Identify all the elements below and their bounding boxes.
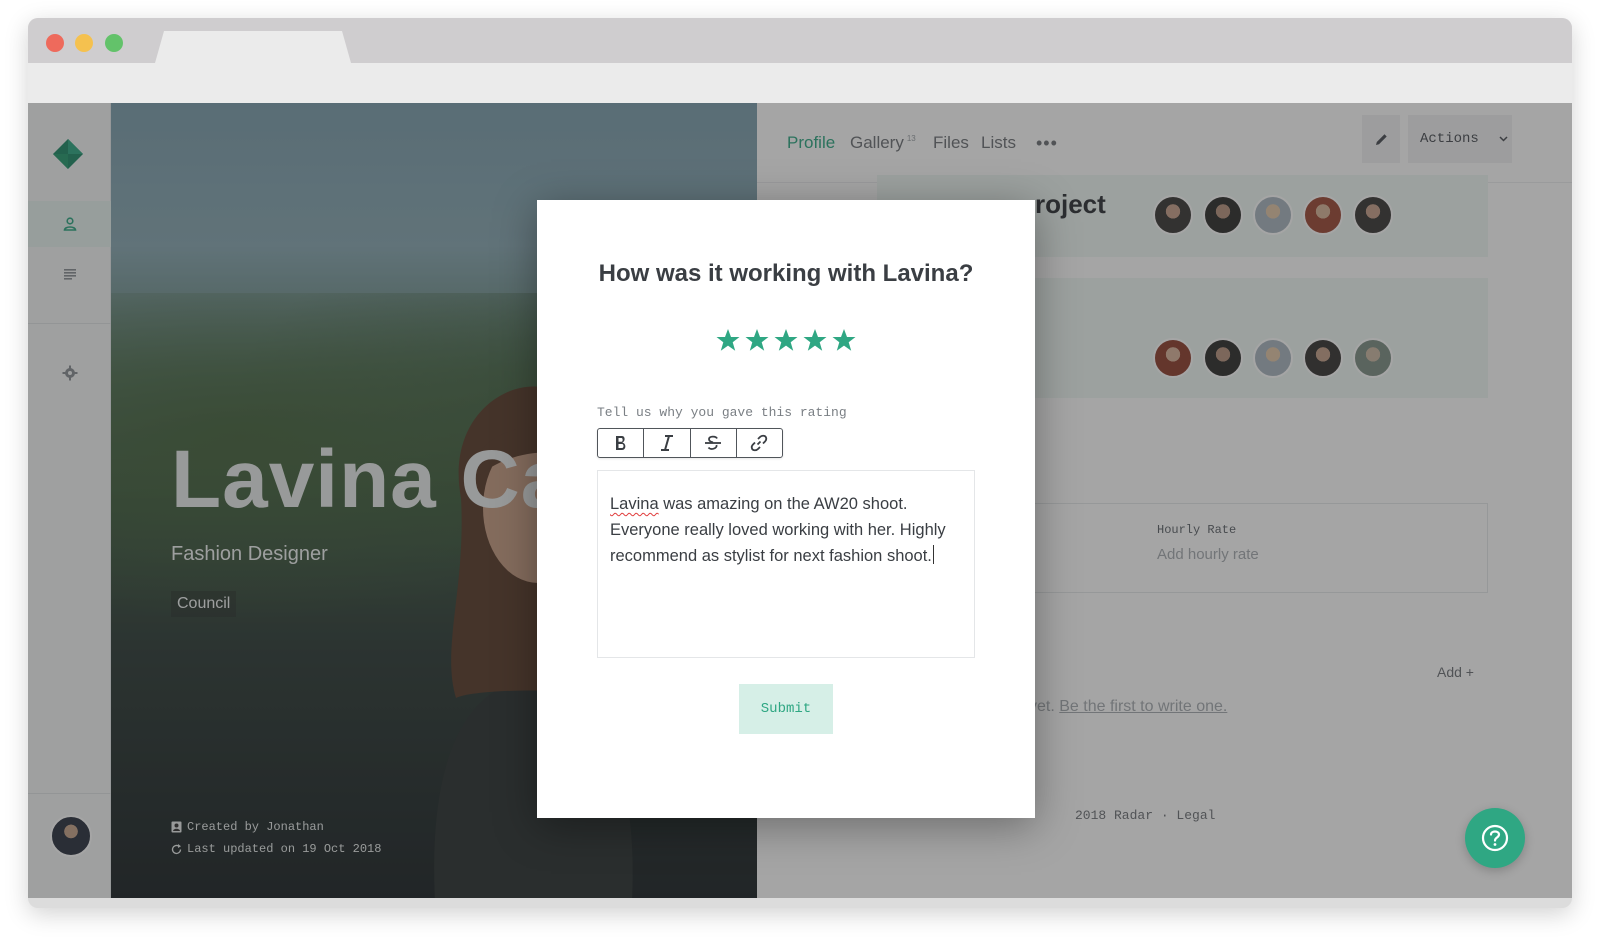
editor-text: was amazing on the AW20 shoot. Everyone … — [610, 495, 946, 565]
browser-tab[interactable] — [155, 31, 351, 63]
submit-button[interactable]: Submit — [739, 684, 833, 734]
app-viewport: Lavina Ca Fashion Designer Council Creat… — [28, 103, 1572, 898]
bold-button[interactable] — [598, 429, 645, 457]
link-icon — [751, 434, 768, 452]
star-icon[interactable] — [832, 328, 856, 352]
strikethrough-icon — [705, 435, 722, 450]
rating-reason-label: Tell us why you gave this rating — [597, 405, 847, 420]
question-icon — [1481, 824, 1509, 852]
italic-button[interactable] — [644, 429, 691, 457]
star-icon[interactable] — [716, 328, 740, 352]
bold-icon — [615, 436, 625, 450]
rating-modal: How was it working with Lavina? Tell us … — [537, 200, 1035, 818]
modal-title: How was it working with Lavina? — [598, 260, 974, 287]
star-icon[interactable] — [745, 328, 769, 352]
misspelled-word: Lavina — [610, 495, 659, 513]
star-rating[interactable] — [716, 328, 856, 352]
rating-comment-editor[interactable]: Lavina was amazing on the AW20 shoot. Ev… — [597, 470, 975, 658]
strikethrough-button[interactable] — [691, 429, 737, 457]
maximize-window-button[interactable] — [105, 34, 123, 52]
browser-window: Lavina Ca Fashion Designer Council Creat… — [28, 18, 1572, 908]
minimize-window-button[interactable] — [75, 34, 93, 52]
help-button[interactable] — [1465, 808, 1525, 868]
text-caret — [932, 545, 934, 564]
star-icon[interactable] — [774, 328, 798, 352]
star-icon[interactable] — [803, 328, 827, 352]
editor-toolbar — [597, 428, 783, 458]
browser-titlebar — [28, 18, 1572, 63]
link-button[interactable] — [737, 429, 782, 457]
browser-toolbar — [28, 63, 1572, 103]
italic-icon — [660, 435, 673, 451]
close-window-button[interactable] — [46, 34, 64, 52]
